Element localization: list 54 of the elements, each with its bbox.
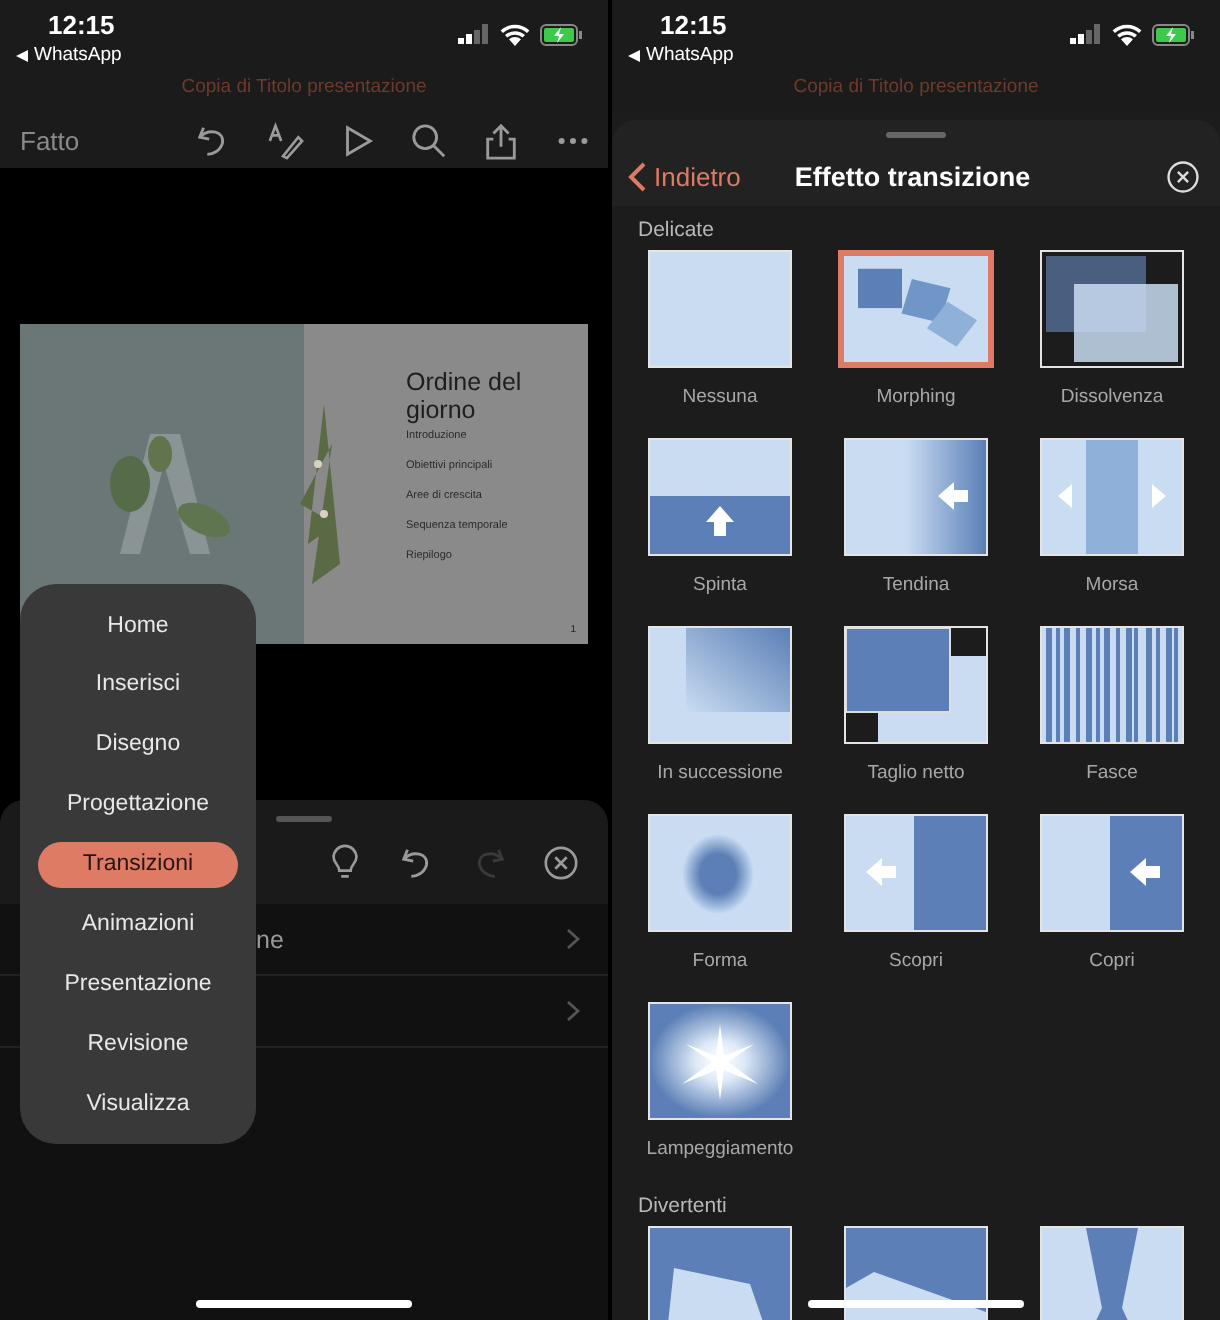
signal-icon xyxy=(458,24,490,44)
done-button[interactable]: Fatto xyxy=(20,125,80,155)
section-heading: Divertenti xyxy=(636,1192,729,1222)
wifi-icon xyxy=(1112,23,1142,45)
menu-item[interactable]: Transizioni xyxy=(38,841,238,887)
text-pen-icon[interactable] xyxy=(266,121,304,159)
transition-label: Nessuna xyxy=(682,386,758,408)
status-time: 12:15 xyxy=(658,10,727,40)
sheet-handle[interactable] xyxy=(276,816,332,822)
back-triangle-icon xyxy=(628,49,640,61)
transition-label: Scopri xyxy=(889,950,943,972)
document-title: Copia di Titolo presentazione xyxy=(791,74,1041,102)
chevron-right-icon[interactable] xyxy=(566,928,580,950)
search-icon[interactable] xyxy=(410,121,448,159)
sheet-handle[interactable] xyxy=(886,132,946,138)
close-icon[interactable] xyxy=(542,844,580,882)
battery-charging-icon xyxy=(540,23,584,45)
menu-item[interactable]: Disegno xyxy=(38,721,238,768)
transition-label: Forma xyxy=(692,950,748,972)
transition-label: Lampeggiamento xyxy=(646,1138,794,1160)
sheet-title: Effetto transizione xyxy=(794,161,1031,191)
back-to-app-link[interactable]: WhatsApp xyxy=(16,44,122,66)
menu-item[interactable]: Home xyxy=(38,602,238,648)
menu-item[interactable]: Animazioni xyxy=(38,900,238,947)
row-label: ne xyxy=(256,925,284,953)
menu-item[interactable]: Revisione xyxy=(38,1020,238,1067)
transition-label: Morsa xyxy=(1085,574,1139,596)
menu-item[interactable]: Inserisci xyxy=(38,661,238,708)
menu-item[interactable]: Presentazione xyxy=(38,960,238,1007)
signal-icon xyxy=(1070,24,1102,44)
slide-title: Ordine del giorno xyxy=(406,368,524,424)
transition-label: Morphing xyxy=(876,386,956,408)
transition-label: Taglio netto xyxy=(867,762,965,784)
document-title: Copia di Titolo presentazione xyxy=(179,74,429,102)
lightbulb-icon[interactable] xyxy=(326,844,364,882)
share-icon[interactable] xyxy=(482,121,520,159)
transition-label: Copri xyxy=(1089,950,1135,972)
transition-label: In successione xyxy=(657,762,783,784)
chevron-left-icon xyxy=(628,161,646,191)
chevron-right-icon[interactable] xyxy=(566,1000,580,1022)
transition-label: Dissolvenza xyxy=(1060,386,1164,408)
menu-item[interactable]: Visualizza xyxy=(38,1080,238,1126)
transition-label: Fasce xyxy=(1086,762,1138,784)
back-to-app-link[interactable]: WhatsApp xyxy=(628,44,734,66)
menu-item[interactable]: Progettazione xyxy=(38,781,238,828)
wifi-icon xyxy=(500,23,530,45)
back-button[interactable]: Indietro xyxy=(628,161,741,191)
transition-label: Tendina xyxy=(882,574,950,596)
transition-thumbnail[interactable] xyxy=(838,250,994,368)
battery-charging-icon xyxy=(1152,23,1196,45)
transition-label: Spinta xyxy=(693,574,747,596)
section-heading: Delicate xyxy=(636,216,716,246)
back-triangle-icon xyxy=(16,49,28,61)
status-time: 12:15 xyxy=(46,10,115,40)
